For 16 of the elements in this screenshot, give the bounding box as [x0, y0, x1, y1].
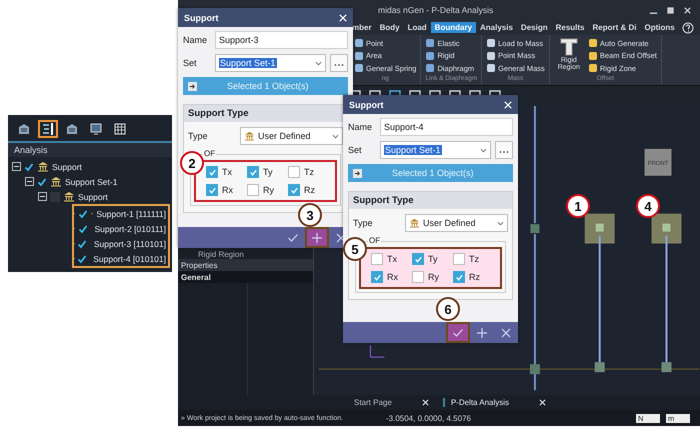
- dialog-title: Support: [184, 12, 218, 22]
- panel-title: Analysis: [14, 145, 48, 155]
- panel-title: Properties: [181, 260, 218, 270]
- field-label: Type: [188, 131, 209, 141]
- field-label: Set: [183, 58, 198, 68]
- field-label: Set: [348, 145, 363, 155]
- field-label: Name: [183, 35, 208, 45]
- section-header: Support Type: [188, 108, 249, 119]
- group-label: OF: [203, 149, 216, 158]
- group-label: OF: [368, 236, 382, 245]
- section-header: Support Type: [353, 195, 414, 206]
- window-title: midas nGen - P-Delta Analysis: [378, 5, 494, 15]
- coordinates-readout: -3.0504, 0.0000, 4.5076: [386, 414, 471, 422]
- field-label: Name: [348, 122, 374, 132]
- field-label: Type: [353, 218, 374, 228]
- dialog-title: Support: [349, 100, 384, 110]
